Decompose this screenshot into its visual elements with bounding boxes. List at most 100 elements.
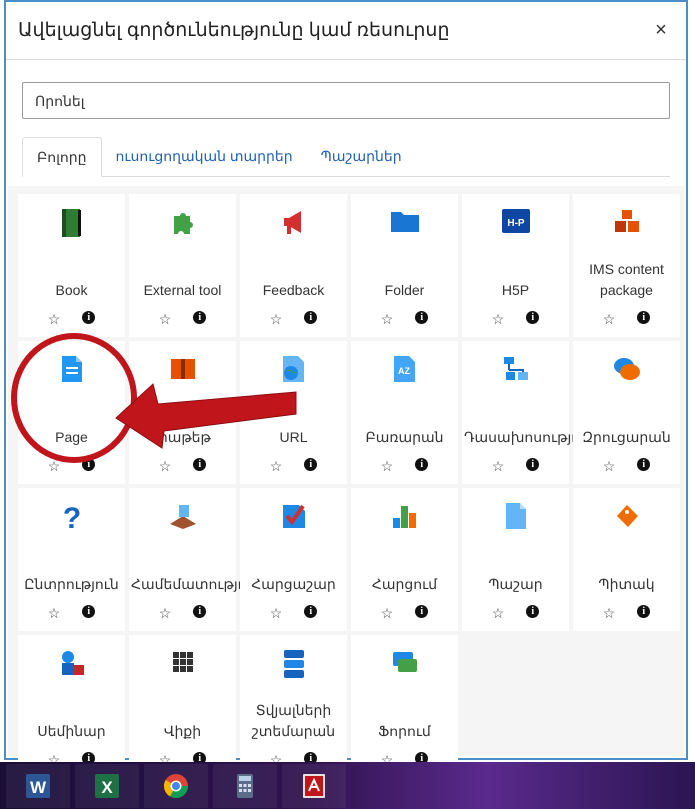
- tile-actions: ☆ i: [240, 605, 347, 621]
- tab-resources[interactable]: Պաշարներ: [307, 137, 416, 177]
- activity-tile[interactable]: Page ☆ i: [18, 341, 125, 484]
- h5p-icon: H-P: [462, 208, 569, 236]
- activity-tile-label: Սեմինար: [37, 723, 106, 739]
- svg-text:X: X: [101, 778, 113, 797]
- star-icon[interactable]: ☆: [270, 311, 283, 327]
- tile-actions: ☆ i: [240, 311, 347, 327]
- activity-tile[interactable]: Հարցում ☆ i: [351, 488, 458, 631]
- activity-tile-label: Հարցաշար: [251, 576, 336, 592]
- star-icon[interactable]: ☆: [48, 311, 61, 327]
- lesson-icon: [462, 355, 569, 383]
- activity-tile[interactable]: ? Ընտրություն ☆ i: [18, 488, 125, 631]
- star-icon[interactable]: ☆: [270, 605, 283, 621]
- activity-tile[interactable]: Folder ☆ i: [351, 194, 458, 337]
- star-icon[interactable]: ☆: [270, 458, 283, 474]
- info-icon[interactable]: i: [415, 605, 429, 618]
- info-icon[interactable]: i: [193, 605, 207, 618]
- star-icon[interactable]: ☆: [381, 311, 394, 327]
- scorm-icon: [129, 355, 236, 383]
- activity-tile[interactable]: Համեմատություն ☆ i: [129, 488, 261, 631]
- megaphone-icon: [240, 208, 347, 236]
- star-icon[interactable]: ☆: [381, 458, 394, 474]
- star-icon[interactable]: ☆: [603, 458, 616, 474]
- info-icon[interactable]: i: [82, 605, 96, 618]
- star-icon[interactable]: ☆: [381, 605, 394, 621]
- activity-tile[interactable]: Սեմինար ☆ i: [18, 635, 125, 778]
- activity-tile-label: SCORM փաթեթ: [154, 408, 211, 445]
- info-icon[interactable]: i: [193, 311, 207, 324]
- info-icon[interactable]: i: [637, 605, 651, 618]
- close-button[interactable]: ×: [650, 19, 672, 42]
- info-icon[interactable]: i: [526, 311, 540, 324]
- info-icon[interactable]: i: [415, 458, 429, 471]
- info-icon[interactable]: i: [637, 458, 651, 471]
- star-icon[interactable]: ☆: [159, 458, 172, 474]
- activity-tile-label: Պիտակ: [598, 576, 655, 592]
- tile-actions: ☆ i: [462, 458, 569, 474]
- activity-tile-label: URL: [279, 429, 308, 445]
- acrobat-icon[interactable]: [282, 763, 346, 808]
- tab-activities[interactable]: ուսուցողական տարրեր: [102, 137, 307, 177]
- activity-tile[interactable]: SCORM փաթեթ ☆ i: [129, 341, 236, 484]
- activity-tile-label: Բառարան: [365, 429, 444, 445]
- bar-chart-icon: [351, 502, 458, 530]
- info-icon[interactable]: i: [304, 605, 318, 618]
- calculator-icon[interactable]: [213, 763, 277, 808]
- star-icon[interactable]: ☆: [603, 311, 616, 327]
- word-icon[interactable]: W: [6, 763, 70, 808]
- tile-actions: ☆ i: [573, 605, 680, 621]
- file-icon: [462, 502, 569, 530]
- tile-actions: ☆ i: [351, 311, 458, 327]
- activity-tile[interactable]: Վիքի ☆ i: [129, 635, 236, 778]
- tile-actions: ☆ i: [573, 311, 680, 327]
- activity-tile[interactable]: AZ Բառարան ☆ i: [351, 341, 458, 484]
- info-icon[interactable]: i: [193, 458, 207, 471]
- activity-tile-label: Հարցում: [371, 576, 438, 592]
- info-icon[interactable]: i: [415, 311, 429, 324]
- activity-tile-label: Page: [55, 429, 88, 445]
- chat-icon: [573, 355, 680, 383]
- activity-tile[interactable]: Տվյալների շտեմարան ☆ i: [240, 635, 347, 778]
- activity-grid: Book ☆ i External tool ☆ i Feedback ☆ i Folder ☆ i H…: [18, 194, 680, 778]
- activity-tile-label: External tool: [143, 282, 222, 298]
- star-icon[interactable]: ☆: [159, 311, 172, 327]
- dialog-header: Ավելացնել գործունեությունը կամ ռեսուրսը …: [6, 2, 686, 60]
- info-icon[interactable]: i: [82, 458, 96, 471]
- activity-tile[interactable]: URL ☆ i: [240, 341, 347, 484]
- search-input[interactable]: [22, 82, 670, 119]
- activity-tile[interactable]: Պաշար ☆ i: [462, 488, 569, 631]
- info-icon[interactable]: i: [637, 311, 651, 324]
- star-icon[interactable]: ☆: [492, 458, 505, 474]
- activity-tile-label: IMS content package: [589, 261, 664, 298]
- activity-tile[interactable]: Feedback ☆ i: [240, 194, 347, 337]
- star-icon[interactable]: ☆: [603, 605, 616, 621]
- tile-actions: ☆ i: [18, 605, 125, 621]
- star-icon[interactable]: ☆: [492, 605, 505, 621]
- activity-tile[interactable]: External tool ☆ i: [129, 194, 236, 337]
- star-icon[interactable]: ☆: [48, 458, 61, 474]
- activity-tile[interactable]: Զրուցարան ☆ i: [573, 341, 680, 484]
- svg-text:W: W: [30, 778, 47, 797]
- tile-actions: ☆ i: [351, 458, 458, 474]
- svg-text:H-P: H-P: [507, 218, 525, 229]
- excel-icon[interactable]: X: [75, 763, 139, 808]
- activity-tile[interactable]: Ֆորում ☆ i: [351, 635, 458, 778]
- info-icon[interactable]: i: [304, 458, 318, 471]
- activity-tile[interactable]: Book ☆ i: [18, 194, 125, 337]
- activity-tile[interactable]: Պիտակ ☆ i: [573, 488, 680, 631]
- star-icon[interactable]: ☆: [159, 605, 172, 621]
- star-icon[interactable]: ☆: [48, 605, 61, 621]
- activity-tile[interactable]: IMS content package ☆ i: [573, 194, 680, 337]
- activity-tile[interactable]: H-P H5P ☆ i: [462, 194, 569, 337]
- activity-tile[interactable]: Դասախոսություն ☆ i: [462, 341, 595, 484]
- info-icon[interactable]: i: [526, 458, 540, 471]
- book-icon: [18, 208, 125, 237]
- star-icon[interactable]: ☆: [492, 311, 505, 327]
- info-icon[interactable]: i: [526, 605, 540, 618]
- activity-tile[interactable]: Հարցաշար ☆ i: [240, 488, 347, 631]
- tab-all[interactable]: Բոլորը: [22, 137, 102, 177]
- chrome-icon[interactable]: [144, 763, 208, 808]
- info-icon[interactable]: i: [82, 311, 96, 324]
- info-icon[interactable]: i: [304, 311, 318, 324]
- tile-actions: ☆ i: [18, 458, 125, 474]
